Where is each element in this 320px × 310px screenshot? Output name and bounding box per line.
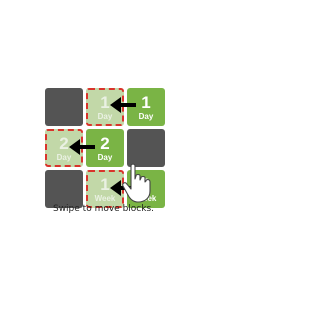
- swipe-hand-icon: [122, 163, 151, 203]
- game-board[interactable]: 1 Day 1 Day 2 Day 2 Day 1 Week 1 Week: [0, 0, 207, 230]
- empty-cell: [127, 129, 165, 167]
- empty-cell: [45, 88, 83, 126]
- instruction-caption: Swipe to move blocks.: [52, 204, 154, 214]
- tile-number: 2: [100, 133, 110, 153]
- tile-number: 2: [59, 133, 69, 153]
- tile-number: 1: [100, 92, 110, 112]
- tile-unit: Day: [138, 111, 154, 121]
- tile-unit: Day: [97, 152, 113, 162]
- empty-cell: [45, 170, 83, 208]
- left-arrow-icon: [110, 97, 136, 113]
- left-arrow-icon: [69, 139, 95, 155]
- tile-number: 1: [100, 174, 110, 194]
- tile-number: 1: [141, 92, 151, 112]
- tile-unit: Day: [97, 111, 113, 121]
